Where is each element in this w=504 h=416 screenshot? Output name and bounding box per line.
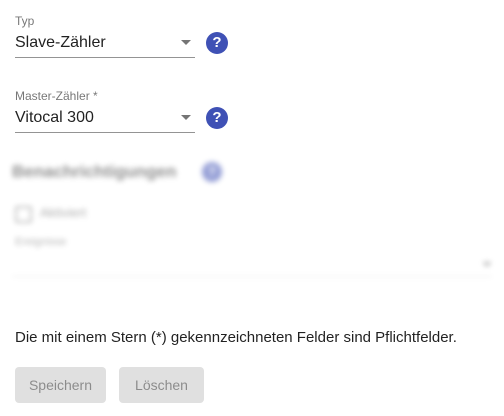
required-fields-note: Die mit einem Stern (*) gekennzeichneten… [15,329,457,346]
checkbox-icon [15,206,32,223]
master-field: Master-Zähler * Vitocal 300 [15,78,195,138]
typ-select[interactable]: Slave-Zähler [15,33,195,57]
master-label: Master-Zähler * [15,89,98,103]
events-label: Ereignisse [15,236,67,248]
typ-field: Typ Slave-Zähler [15,0,195,60]
help-icon[interactable]: ? [206,107,228,129]
dropdown-arrow-icon [181,40,191,45]
save-button[interactable]: Speichern [15,367,106,403]
delete-button[interactable]: Löschen [119,367,204,403]
dropdown-arrow-icon [181,115,191,120]
help-icon: ? [202,162,222,182]
activated-checkbox-label: Aktiviert [40,205,87,220]
dropdown-arrow-icon [482,262,492,267]
events-underline [12,276,492,277]
typ-label: Typ [15,14,35,28]
typ-value: Slave-Zähler [15,34,106,51]
notifications-heading: Benachrichtigungen [12,162,177,181]
notifications-section: Benachrichtigungen ? Aktiviert Ereigniss… [0,150,504,290]
master-underline [15,132,195,133]
typ-underline [15,57,195,58]
master-select[interactable]: Vitocal 300 [15,108,195,132]
help-icon[interactable]: ? [206,32,228,54]
master-value: Vitocal 300 [15,109,94,126]
